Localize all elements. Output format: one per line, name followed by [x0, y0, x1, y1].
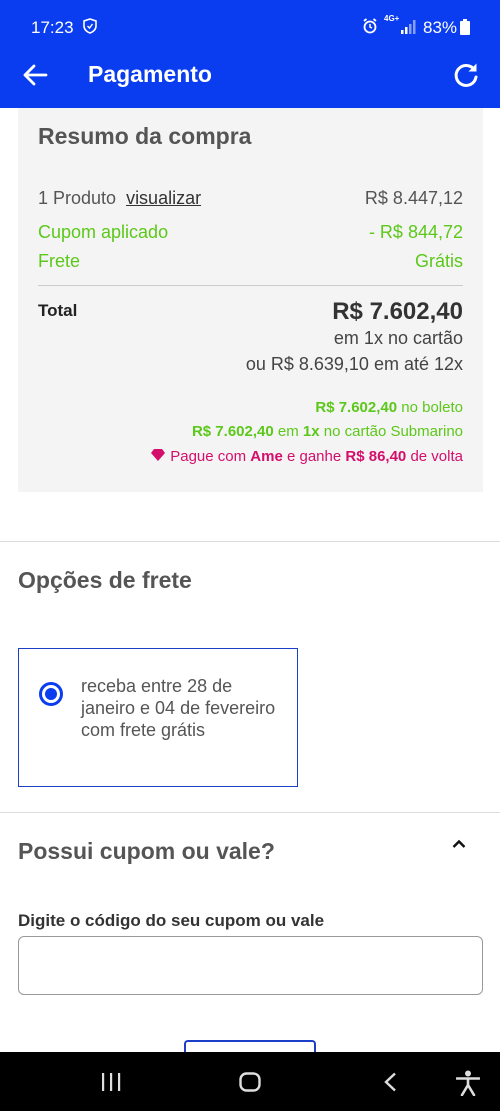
- battery-icon: [460, 19, 470, 40]
- coupon-section-title: Possui cupom ou vale?: [18, 838, 275, 864]
- total-value: R$ 7.602,40: [332, 298, 463, 325]
- view-products-link[interactable]: visualizar: [126, 188, 201, 208]
- home-icon[interactable]: [239, 1072, 261, 1097]
- shipping-value: Grátis: [414, 251, 463, 271]
- summary-heading: Resumo da compra: [38, 123, 252, 149]
- network-type: 4G+: [384, 14, 400, 23]
- coupon-field-label: Digite o código do seu cupom ou vale: [18, 911, 325, 930]
- shipping-option-text: receba entre 28 de janeiro e 04 de fever…: [81, 676, 276, 740]
- card-text: no cartão Submarino: [323, 423, 463, 440]
- ame-text-1: Pague com: [170, 448, 247, 465]
- refresh-icon[interactable]: [452, 61, 480, 89]
- recents-icon[interactable]: [101, 1072, 121, 1097]
- app-bar: Pagamento: [0, 41, 500, 108]
- status-time: 17:23: [31, 18, 74, 37]
- boleto-line: R$ 7.602,40 no boleto: [315, 399, 463, 416]
- card-value: R$ 7.602,40: [191, 423, 274, 440]
- shipping-option-card[interactable]: receba entre 28 de janeiro e 04 de fever…: [18, 648, 298, 787]
- nav-back-icon[interactable]: [383, 1072, 397, 1097]
- accessibility-icon[interactable]: [455, 1070, 481, 1101]
- section-divider: [0, 541, 500, 542]
- card-times: 1x: [302, 423, 320, 440]
- system-nav-bar: [0, 1052, 500, 1111]
- card-line: R$ 7.602,40 em 1x no cartão Submarino: [192, 423, 463, 440]
- ame-text-2: e ganhe: [286, 448, 342, 465]
- ame-line: Pague com Ame e ganhe R$ 86,40 de volta: [150, 448, 463, 465]
- ame-brand: Ame: [250, 448, 283, 465]
- coupon-input[interactable]: [18, 936, 483, 995]
- total-terms: em 1x no cartão: [333, 328, 463, 348]
- page-title: Pagamento: [88, 61, 212, 87]
- battery-percent: 83%: [423, 18, 458, 37]
- chevron-up-icon[interactable]: [452, 836, 466, 848]
- shipping-options-title: Opções de frete: [18, 567, 192, 593]
- status-bar: 17:23 4G+ 83%: [0, 0, 500, 41]
- order-summary: Resumo da compra 1 Produto visualizar R$ …: [18, 108, 483, 492]
- signal-icon: [401, 20, 417, 39]
- ame-value: R$ 86,40: [345, 448, 407, 465]
- section-divider: [0, 812, 500, 813]
- back-arrow-icon[interactable]: [22, 63, 48, 87]
- boleto-text: no boleto: [401, 399, 463, 416]
- alarm-icon: [362, 18, 378, 39]
- ame-text-3: de volta: [410, 448, 463, 465]
- boleto-value: R$ 7.602,40: [315, 399, 398, 416]
- ame-diamond-icon: [150, 448, 166, 465]
- shipping-label: Frete: [38, 251, 81, 271]
- shipping-option-radio[interactable]: [39, 682, 63, 706]
- products-label: 1 Produto: [38, 188, 117, 208]
- summary-divider: [38, 285, 463, 286]
- products-value: R$ 8.447,12: [364, 188, 463, 208]
- total-label: Total: [38, 301, 78, 320]
- card-em: em: [277, 423, 299, 440]
- coupon-value: - R$ 844,72: [368, 222, 463, 242]
- installments-text: ou R$ 8.639,10 em até 12x: [245, 354, 463, 374]
- shield-icon: [83, 18, 97, 39]
- coupon-label: Cupom aplicado: [38, 222, 169, 242]
